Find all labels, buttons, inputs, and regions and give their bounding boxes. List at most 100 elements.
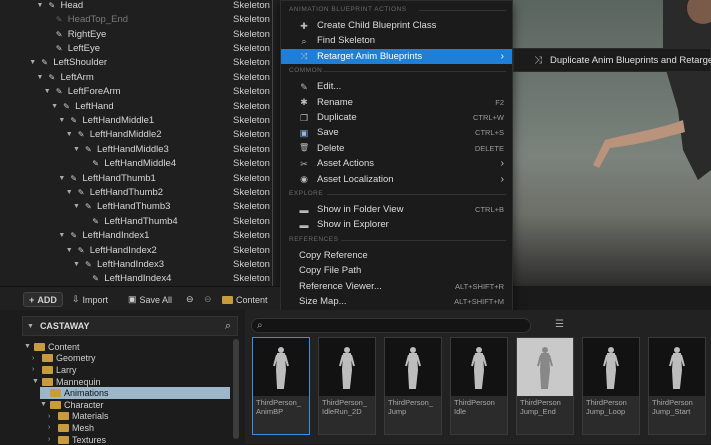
folder-item[interactable]: › Materials xyxy=(48,411,109,423)
asset-tile[interactable]: ThirdPerson_ IdleRun_2D xyxy=(318,337,376,435)
expand-arrow-icon[interactable]: › xyxy=(48,413,55,420)
bone-row[interactable]: ▼ ✎ LeftHandThumb1 Skeleton xyxy=(0,171,280,186)
history-back-button[interactable]: ⊖ xyxy=(186,292,194,307)
expand-arrow-icon[interactable]: ▼ xyxy=(73,203,80,210)
expand-arrow-icon[interactable]: › xyxy=(32,366,39,373)
bone-row[interactable]: ▼ ✎ LeftHand Skeleton xyxy=(0,99,280,114)
asset-name-line: Idle xyxy=(454,407,467,416)
menu-item-copy-file-path[interactable]: Copy File Path xyxy=(281,263,512,278)
viewport[interactable] xyxy=(513,0,711,286)
bone-row[interactable]: ▼ ✎ LeftHandMiddle1 Skeleton xyxy=(0,113,280,128)
expand-arrow-icon[interactable]: ▼ xyxy=(37,74,44,81)
expand-arrow-icon[interactable]: › xyxy=(48,424,55,431)
folder-label: Mesh xyxy=(72,422,95,433)
bone-type: Skeleton xyxy=(233,186,270,198)
bone-row[interactable]: ▼ ✎ LeftHandMiddle3 Skeleton xyxy=(0,142,280,157)
bone-row[interactable]: ✎ LeftHandMiddle4 Skeleton xyxy=(0,156,280,171)
add-button[interactable]: + ADD xyxy=(23,292,63,307)
menu-item-show-in-folder-view[interactable]: ▬ Show in Folder View CTRL+B xyxy=(281,202,512,217)
menu-item-asset-actions[interactable]: ✂ Asset Actions › xyxy=(281,156,512,171)
asset-tile[interactable]: ThirdPerson_ Jump xyxy=(384,337,442,435)
menu-item-edit[interactable]: ✎ Edit... xyxy=(281,79,512,94)
bone-row[interactable]: ▼ ✎ Head Skeleton xyxy=(0,0,280,13)
menu-item-label: Copy Reference xyxy=(299,249,368,261)
bone-row[interactable]: ▼ ✎ LeftHandThumb3 Skeleton xyxy=(0,200,280,215)
folder-item[interactable]: › Animations xyxy=(40,387,230,399)
bone-row[interactable]: ▼ ✎ LeftForeArm Skeleton xyxy=(0,84,280,99)
expand-arrow-icon[interactable]: ▼ xyxy=(66,189,73,196)
content-browser-toolbar: + ADD ⇩ Import ▣ Save All ⊖ ⊖ Content xyxy=(0,286,280,310)
menu-item-delete[interactable]: 🗑 Delete DELETE xyxy=(281,141,512,156)
folder-item[interactable]: ▼ Mannequin xyxy=(32,376,101,388)
menu-item-create-child-blueprint-class[interactable]: ✚ Create Child Blueprint Class xyxy=(281,18,512,33)
bone-row[interactable]: ✎ RightEye Skeleton xyxy=(0,27,280,42)
expand-arrow-icon[interactable]: › xyxy=(40,390,47,397)
menu-item-copy-reference[interactable]: Copy Reference xyxy=(281,248,512,263)
expand-arrow-icon[interactable]: ▼ xyxy=(73,261,80,268)
expand-arrow-icon[interactable]: ▼ xyxy=(51,103,58,110)
duplicate-and-retarget-item[interactable]: Duplicate Anim Blueprints and Retarget xyxy=(550,55,711,66)
filter-icon[interactable]: ☰ xyxy=(555,319,564,330)
menu-item-reference-viewer[interactable]: Reference Viewer... ALT+SHIFT+R xyxy=(281,279,512,294)
tree-scrollbar[interactable] xyxy=(233,339,239,439)
folder-tree-header[interactable]: ▼ CASTAWAY ⌕ xyxy=(22,316,238,336)
expand-arrow-icon[interactable]: ▼ xyxy=(24,343,31,350)
menu-item-find-skeleton[interactable]: ⌕ Find Skeleton xyxy=(281,33,512,48)
expand-arrow-icon[interactable]: ▼ xyxy=(32,378,39,385)
expand-arrow-icon[interactable]: ▼ xyxy=(58,232,65,239)
asset-tile[interactable]: ThirdPerson_ AnimBP xyxy=(252,337,310,435)
asset-tile[interactable]: ThirdPerson Idle xyxy=(450,337,508,435)
expand-arrow-icon[interactable]: › xyxy=(48,436,55,443)
expand-arrow-icon[interactable]: ▼ xyxy=(40,401,47,408)
expand-arrow-icon[interactable]: › xyxy=(32,355,39,362)
folder-item[interactable]: ▼ Character xyxy=(40,399,104,411)
bone-row[interactable]: ▼ ✎ LeftShoulder Skeleton xyxy=(0,56,280,71)
menu-item-size-map[interactable]: Size Map... ALT+SHIFT+M xyxy=(281,294,512,309)
menu-item-retarget-anim-blueprints[interactable]: ⤨ Retarget Anim Blueprints › xyxy=(281,48,512,64)
import-button[interactable]: ⇩ Import xyxy=(72,292,108,307)
retarget-submenu: ⤨ Duplicate Anim Blueprints and Retarget xyxy=(513,48,711,72)
folder-item[interactable]: › Mesh xyxy=(48,422,94,434)
expand-arrow-icon[interactable]: ▼ xyxy=(29,59,36,66)
bone-row[interactable]: ✎ HeadTop_End Skeleton xyxy=(0,12,280,27)
folder-icon xyxy=(58,435,69,444)
expand-arrow-icon[interactable]: ▼ xyxy=(58,117,65,124)
bone-row[interactable]: ▼ ✎ LeftHandMiddle2 Skeleton xyxy=(0,128,280,143)
expand-arrow-icon[interactable]: ▼ xyxy=(66,247,73,254)
menu-item-asset-localization[interactable]: ◉ Asset Localization › xyxy=(281,172,512,187)
asset-tile[interactable]: ThirdPerson Jump_Start xyxy=(648,337,706,435)
expand-arrow-icon[interactable]: ▼ xyxy=(44,88,51,95)
bone-row[interactable]: ✎ LeftHandThumb4 Skeleton xyxy=(0,214,280,229)
asset-search-input[interactable]: ⌕ xyxy=(251,318,531,333)
asset-tile[interactable]: ThirdPerson Jump_End xyxy=(516,337,574,435)
folder-item[interactable]: › Larry xyxy=(32,364,77,376)
bone-row[interactable]: ✎ LeftHandIndex4 Skeleton xyxy=(0,272,280,286)
folder-item[interactable]: › Textures xyxy=(48,434,106,445)
history-forward-button[interactable]: ⊖ xyxy=(204,292,212,307)
bone-row[interactable]: ✎ LeftEye Skeleton xyxy=(0,41,280,56)
bone-row[interactable]: ▼ ✎ LeftHandThumb2 Skeleton xyxy=(0,185,280,200)
bone-row[interactable]: ▼ ✎ LeftHandIndex3 Skeleton xyxy=(0,257,280,272)
menu-item-rename[interactable]: ✱ Rename F2 xyxy=(281,95,512,110)
chevron-right-icon: › xyxy=(500,158,504,170)
folder-item[interactable]: › Geometry xyxy=(32,353,96,365)
breadcrumb[interactable]: Content xyxy=(222,292,268,307)
menu-item-show-in-explorer[interactable]: ▬ Show in Explorer xyxy=(281,217,512,232)
expand-arrow-icon[interactable]: ▼ xyxy=(58,175,65,182)
menu-item-duplicate[interactable]: ❐ Duplicate CTRL+W xyxy=(281,110,512,125)
search-icon[interactable]: ⌕ xyxy=(225,320,231,333)
asset-tile[interactable]: ThirdPerson Jump_Loop xyxy=(582,337,640,435)
expand-arrow-icon[interactable]: ▼ xyxy=(66,131,73,138)
bone-icon: ✎ xyxy=(85,259,92,269)
bone-row[interactable]: ▼ ✎ LeftHandIndex2 Skeleton xyxy=(0,243,280,258)
bone-row[interactable]: ▼ ✎ LeftHandIndex1 Skeleton xyxy=(0,228,280,243)
bone-row[interactable]: ▼ ✎ LeftArm Skeleton xyxy=(0,70,280,85)
save-all-button[interactable]: ▣ Save All xyxy=(128,292,172,307)
expand-arrow-icon[interactable]: ▼ xyxy=(37,2,44,9)
expand-arrow-icon[interactable]: ▼ xyxy=(73,146,80,153)
column-divider[interactable] xyxy=(272,0,273,286)
bone-type: Skeleton xyxy=(233,86,270,98)
folder-item[interactable]: ▼ Content xyxy=(24,341,80,353)
menu-item-save[interactable]: ▣ Save CTRL+S xyxy=(281,125,512,140)
bone-type: Skeleton xyxy=(233,143,270,155)
